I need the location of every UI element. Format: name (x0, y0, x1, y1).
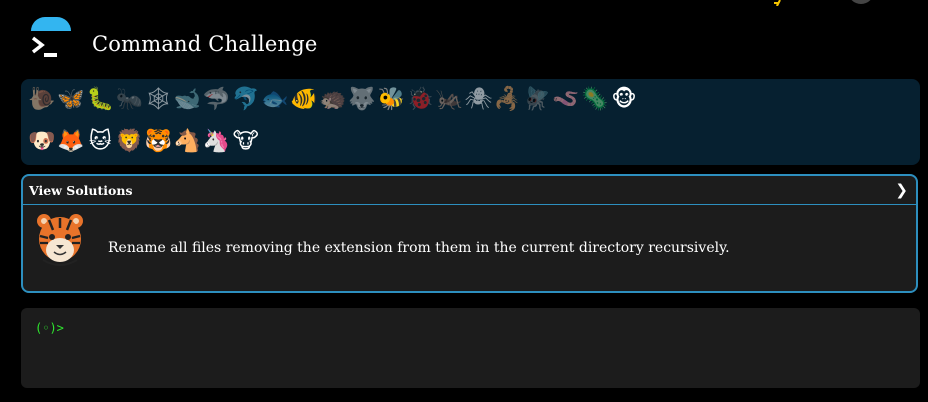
view-solutions-toggle[interactable]: View Solutions ❯ (23, 176, 916, 205)
hedgehog-icon[interactable]: 🦔 (318, 85, 348, 115)
challenge-description: Rename all files removing the extension … (108, 240, 730, 256)
fox-icon[interactable]: 🦊 (56, 127, 86, 157)
cow-icon[interactable]: 🐮 (231, 127, 261, 157)
level-selector: 🐌 🦋 🐛 🐜 🕸 🐋 🦈 🐬 🐟 🐠 🦔 🐺 🐝 🐞 🦗 🕷 🦂 🪰 🪱 🦠 🐵 🐶 🦊 🐱 🦁 🐯 🐴 🦄 🐮 (21, 79, 920, 165)
cricket-icon[interactable]: 🦗 (434, 85, 464, 115)
dolphin-icon[interactable]: 🐬 (231, 85, 261, 115)
bee-icon[interactable]: 🐝 (376, 85, 406, 115)
logo-arc (31, 17, 71, 31)
whale-icon[interactable]: 🐋 (173, 85, 203, 115)
spider-icon[interactable]: 🕷 (464, 85, 494, 115)
tiger-avatar-icon (37, 214, 83, 266)
page-title: Command Challenge (92, 32, 318, 56)
unicorn-icon[interactable]: 🦄 (202, 127, 232, 157)
avatar[interactable] (848, 0, 874, 4)
horse-icon[interactable]: 🐴 (173, 127, 203, 157)
terminal-prompt: (◦)> (35, 321, 64, 335)
fly-icon[interactable]: 🪰 (522, 85, 552, 115)
yellow-mark-icon (774, 0, 781, 6)
chevron-right-icon: ❯ (895, 181, 908, 199)
snail-icon[interactable]: 🐌 (27, 85, 57, 115)
microbe-icon[interactable]: 🦠 (580, 85, 610, 115)
tropical-fish-icon[interactable]: 🐠 (289, 85, 319, 115)
lion-icon[interactable]: 🦁 (114, 127, 144, 157)
header: Command Challenge (0, 0, 928, 72)
monkey-icon[interactable]: 🐵 (609, 85, 639, 115)
view-solutions-label: View Solutions (29, 183, 133, 198)
butterfly-icon[interactable]: 🦋 (56, 85, 86, 115)
challenge-panel: View Solutions ❯ Rename all files removi… (21, 174, 918, 293)
scorpion-icon[interactable]: 🦂 (493, 85, 523, 115)
worm-icon[interactable]: 🪱 (551, 85, 581, 115)
fish-icon[interactable]: 🐟 (260, 85, 290, 115)
terminal-prompt-icon[interactable] (30, 34, 60, 60)
tiger-icon[interactable]: 🐯 (143, 127, 173, 157)
ant-icon[interactable]: 🐜 (114, 85, 144, 115)
ladybug-icon[interactable]: 🐞 (405, 85, 435, 115)
wolf-icon[interactable]: 🐺 (347, 85, 377, 115)
cat-icon[interactable]: 🐱 (85, 127, 115, 157)
caterpillar-icon[interactable]: 🐛 (85, 85, 115, 115)
shark-icon[interactable]: 🦈 (202, 85, 232, 115)
spider-web-icon[interactable]: 🕸 (143, 85, 173, 115)
terminal[interactable]: (◦)> (21, 308, 920, 388)
dog-icon[interactable]: 🐶 (27, 127, 57, 157)
